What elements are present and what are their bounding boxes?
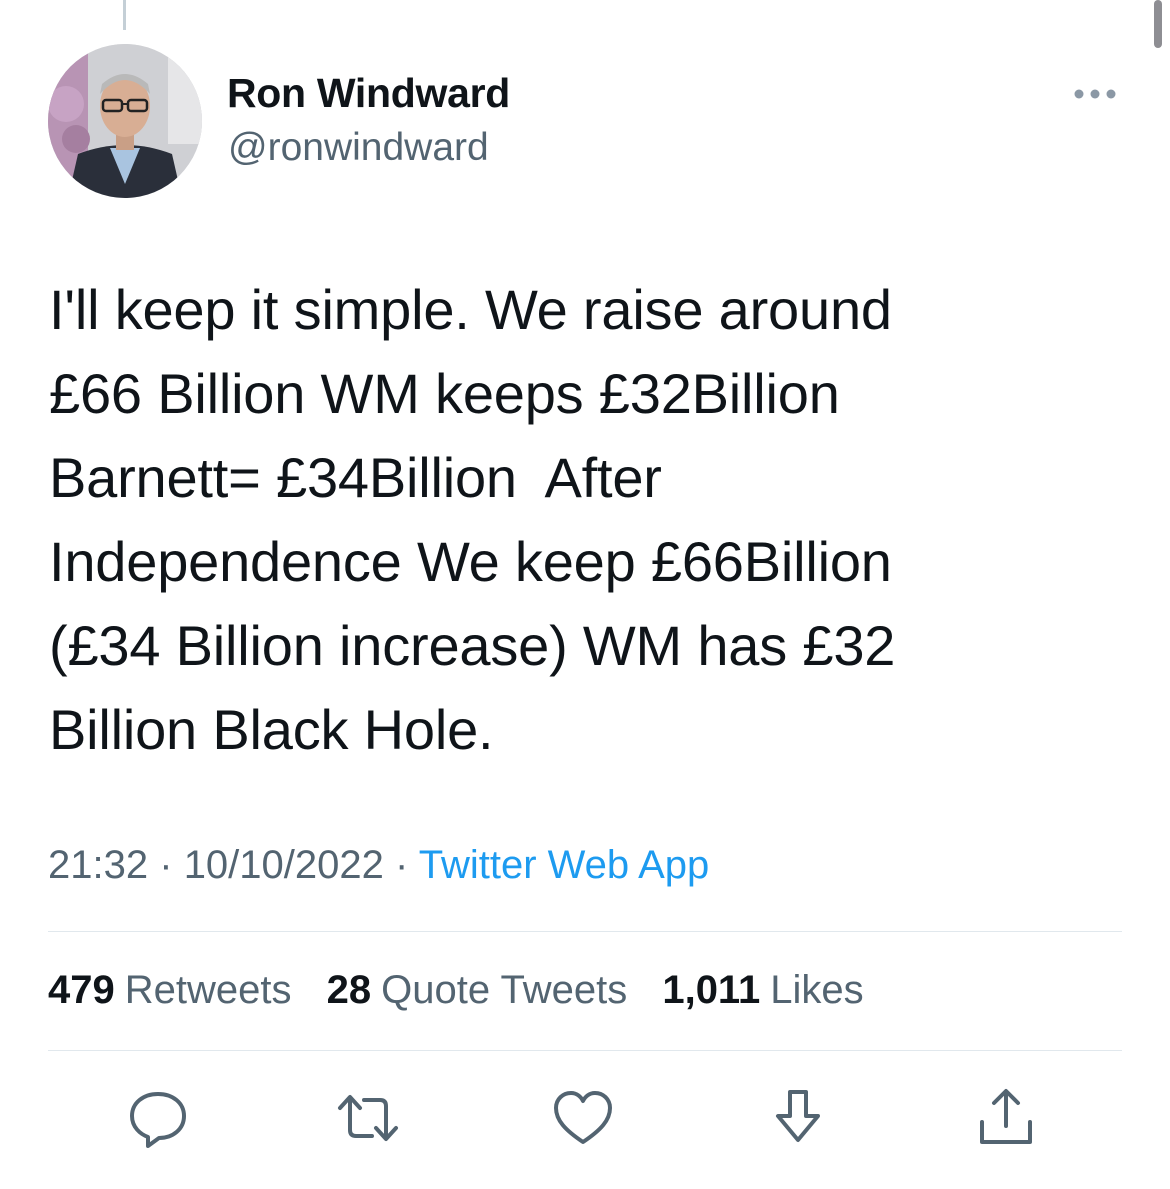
retweets-stat[interactable]: 479 Retweets xyxy=(48,968,292,1012)
avatar[interactable] xyxy=(48,44,202,198)
tweet-source-link[interactable]: Twitter Web App xyxy=(419,843,710,887)
tweet-time[interactable]: 21:32 xyxy=(48,843,148,887)
tweet-text-line: Billion Black Hole. xyxy=(49,698,494,761)
tweet-date[interactable]: 10/10/2022 xyxy=(184,843,384,887)
share-icon xyxy=(980,1089,1032,1144)
tweet-text-line: £66 Billion WM keeps £32Billion xyxy=(49,362,840,425)
divider xyxy=(48,1050,1122,1051)
retweets-count: 479 xyxy=(48,968,115,1012)
retweets-label: Retweets xyxy=(124,968,292,1012)
reply-button[interactable] xyxy=(126,1086,190,1150)
share-button[interactable] xyxy=(974,1086,1038,1150)
author-display-name[interactable]: Ron Windward xyxy=(227,70,510,117)
retweet-button[interactable] xyxy=(336,1086,400,1150)
bookmark-button[interactable] xyxy=(766,1086,830,1150)
quote-tweets-label: Quote Tweets xyxy=(381,968,628,1012)
meta-separator: · xyxy=(395,843,409,887)
tweet-text: I'll keep it simple. We raise around £66… xyxy=(49,268,1129,772)
heart-icon xyxy=(554,1091,612,1144)
tweet-text-line: (£34 Billion increase) WM has £32 xyxy=(49,614,896,677)
more-options-button[interactable] xyxy=(1068,80,1122,108)
more-horizontal-icon xyxy=(1074,89,1116,99)
likes-stat[interactable]: 1,011 Likes xyxy=(662,968,863,1012)
engagement-stats: 479 Retweets 28 Quote Tweets 1,011 Likes xyxy=(48,968,888,1013)
retweet-icon xyxy=(338,1095,398,1141)
tweet-text-line: Barnett= £34Billion After xyxy=(49,446,662,509)
reply-icon xyxy=(130,1092,186,1148)
quote-tweets-count: 28 xyxy=(326,968,372,1012)
divider xyxy=(48,931,1122,932)
bookmark-download-icon xyxy=(776,1090,820,1142)
scrollbar[interactable] xyxy=(1154,0,1162,48)
likes-label: Likes xyxy=(770,968,864,1012)
tweet-text-line: I'll keep it simple. We raise around xyxy=(49,278,892,341)
thread-connector-line xyxy=(123,0,126,30)
meta-separator: · xyxy=(159,843,173,887)
quote-tweets-stat[interactable]: 28 Quote Tweets xyxy=(327,968,628,1012)
like-button[interactable] xyxy=(551,1086,615,1150)
likes-count: 1,011 xyxy=(662,968,761,1012)
tweet-text-line: Independence We keep £66Billion xyxy=(49,530,892,593)
author-handle[interactable]: @ronwindward xyxy=(228,126,489,170)
tweet-metadata: 21:32 · 10/10/2022 · Twitter Web App xyxy=(48,843,709,888)
